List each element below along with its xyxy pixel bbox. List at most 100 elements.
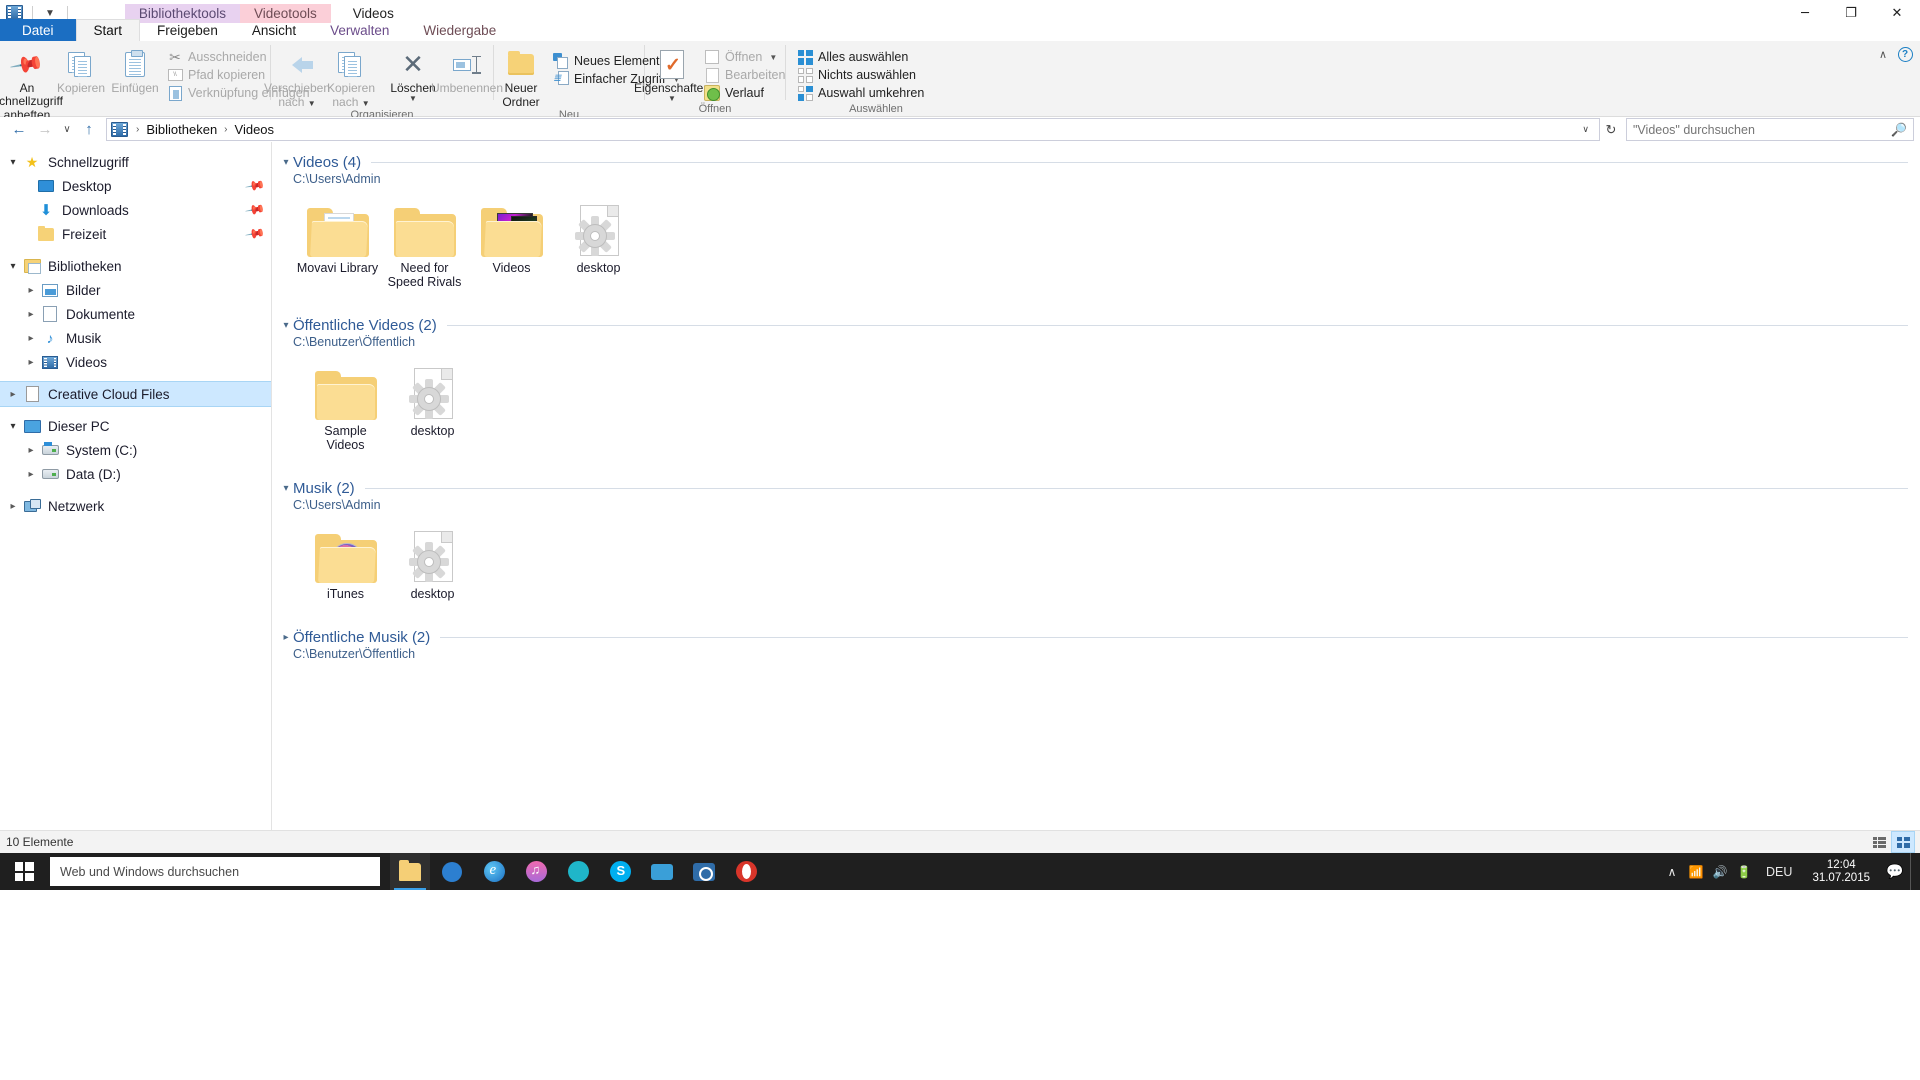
- invert-selection-button[interactable]: Auswahl umkehren: [792, 84, 929, 102]
- help-button[interactable]: ?: [1894, 44, 1916, 64]
- details-view-button[interactable]: [1868, 832, 1890, 852]
- group-header[interactable]: ▾ Videos (4): [272, 154, 1920, 171]
- taskbar-app-unknown-blue[interactable]: [432, 853, 472, 890]
- taskbar-app-itunes[interactable]: [516, 853, 556, 890]
- taskbar-app-skype[interactable]: [600, 853, 640, 890]
- chevron-right-icon[interactable]: ▸: [22, 357, 40, 368]
- history-button[interactable]: Verlauf: [699, 84, 790, 102]
- chevron-down-icon[interactable]: ▾: [279, 157, 293, 168]
- sidebar-item-data-d[interactable]: ▸ Data (D:): [0, 462, 271, 486]
- tab-wiedergabe[interactable]: Wiedergabe: [406, 19, 513, 41]
- list-item[interactable]: Sample Videos: [302, 355, 389, 456]
- taskbar-app-teal[interactable]: [558, 853, 598, 890]
- chevron-right-icon[interactable]: ▸: [279, 632, 293, 643]
- forward-button[interactable]: →: [32, 118, 58, 142]
- clock[interactable]: 12:04 31.07.2015: [1802, 859, 1880, 885]
- battery-tray-icon[interactable]: 🔋: [1732, 853, 1756, 890]
- sidebar-item-freizeit[interactable]: Freizeit 📌: [0, 222, 271, 246]
- navigation-pane[interactable]: ▾ ★ Schnellzugriff Desktop 📌 ⬇ Downloads…: [0, 142, 272, 830]
- list-item[interactable]: desktop: [389, 518, 476, 605]
- group-header[interactable]: ▾ Musik (2): [272, 480, 1920, 497]
- search-icon[interactable]: 🔍: [1891, 122, 1907, 138]
- pin-to-quick-access-button[interactable]: 📌 An Schnellzugriff anheften: [0, 46, 54, 122]
- chevron-right-icon[interactable]: ▸: [22, 285, 40, 296]
- group-header[interactable]: ▸ Öffentliche Musik (2): [272, 629, 1920, 646]
- pin-icon[interactable]: 📌: [244, 199, 266, 221]
- search-box[interactable]: 🔍: [1626, 118, 1914, 141]
- search-input[interactable]: [1633, 123, 1891, 137]
- action-center-button[interactable]: 💬: [1880, 853, 1910, 890]
- list-item[interactable]: desktop: [555, 192, 642, 293]
- sidebar-item-netzwerk[interactable]: ▸ Netzwerk: [0, 494, 271, 518]
- chevron-down-icon[interactable]: ▾: [279, 483, 293, 494]
- properties-button[interactable]: ✓ Eigenschaften ▼: [645, 46, 699, 102]
- list-item[interactable]: Movavi Library: [294, 192, 381, 293]
- sidebar-item-videos[interactable]: ▸ Videos: [0, 350, 271, 374]
- taskbar-app-wave[interactable]: [642, 853, 682, 890]
- tab-verwalten[interactable]: Verwalten: [313, 19, 406, 41]
- taskbar-app-file-explorer[interactable]: [390, 853, 430, 890]
- sidebar-item-dokumente[interactable]: ▸ Dokumente: [0, 302, 271, 326]
- breadcrumb-item-videos[interactable]: Videos: [231, 122, 279, 137]
- taskbar-app-camera[interactable]: [684, 853, 724, 890]
- file-list-pane[interactable]: ▾ Videos (4) C:\Users\Admin: [272, 142, 1920, 830]
- chevron-right-icon[interactable]: ▸: [4, 501, 22, 512]
- list-item[interactable]: Videos: [468, 192, 555, 293]
- sidebar-item-dieser-pc[interactable]: ▾ Dieser PC: [0, 414, 271, 438]
- sidebar-item-desktop[interactable]: Desktop 📌: [0, 174, 271, 198]
- network-tray-icon[interactable]: 📶: [1684, 853, 1708, 890]
- chevron-down-icon[interactable]: ▾: [4, 261, 22, 272]
- chevron-down-icon[interactable]: ▾: [279, 320, 293, 331]
- start-button[interactable]: [0, 853, 48, 890]
- list-item[interactable]: Need for Speed Rivals: [381, 192, 468, 293]
- taskbar-app-opera[interactable]: [726, 853, 766, 890]
- chevron-right-icon[interactable]: ▸: [4, 389, 22, 400]
- up-button[interactable]: ↑: [76, 118, 102, 142]
- refresh-button[interactable]: ↻: [1600, 118, 1622, 141]
- breadcrumb-item-bibliotheken[interactable]: Bibliotheken: [142, 122, 221, 137]
- open-button[interactable]: Öffnen ▼: [699, 48, 790, 66]
- chevron-down-icon[interactable]: ▾: [4, 421, 22, 432]
- tab-datei[interactable]: Datei: [0, 19, 76, 41]
- chevron-down-icon[interactable]: ▼: [42, 8, 58, 19]
- new-folder-button[interactable]: Neuer Ordner: [494, 46, 548, 109]
- tab-start[interactable]: Start: [76, 19, 141, 41]
- move-to-button[interactable]: Verschieben nach ▼: [270, 46, 324, 109]
- list-item[interactable]: desktop: [389, 355, 476, 456]
- taskbar-search-box[interactable]: Web und Windows durchsuchen: [50, 857, 380, 886]
- list-item[interactable]: iTunes: [302, 518, 389, 605]
- edit-button[interactable]: Bearbeiten: [699, 66, 790, 84]
- sidebar-item-musik[interactable]: ▸ ♪ Musik: [0, 326, 271, 350]
- sidebar-item-bibliotheken[interactable]: ▾ Bibliotheken: [0, 254, 271, 278]
- large-icons-view-button[interactable]: [1892, 832, 1914, 852]
- collapse-ribbon-button[interactable]: ∧: [1872, 44, 1894, 64]
- taskbar-app-microsoft-edge[interactable]: [474, 853, 514, 890]
- chevron-right-icon[interactable]: ▸: [22, 469, 40, 480]
- pin-icon[interactable]: 📌: [244, 175, 266, 197]
- group-header[interactable]: ▾ Öffentliche Videos (2): [272, 317, 1920, 334]
- chevron-right-icon[interactable]: ▸: [22, 333, 40, 344]
- show-desktop-button[interactable]: [1910, 853, 1918, 890]
- chevron-right-icon[interactable]: ▸: [22, 445, 40, 456]
- breadcrumb[interactable]: › Bibliotheken › Videos ∨: [106, 118, 1600, 141]
- chevron-down-icon[interactable]: ∨: [1576, 124, 1595, 135]
- pin-icon[interactable]: 📌: [244, 223, 266, 245]
- sidebar-item-downloads[interactable]: ⬇ Downloads 📌: [0, 198, 271, 222]
- tab-freigeben[interactable]: Freigeben: [140, 19, 235, 41]
- sidebar-item-schnellzugriff[interactable]: ▾ ★ Schnellzugriff: [0, 150, 271, 174]
- select-all-button[interactable]: Alles auswählen: [792, 48, 929, 66]
- volume-tray-icon[interactable]: 🔊: [1708, 853, 1732, 890]
- sidebar-item-creative-cloud-files[interactable]: ▸ Creative Cloud Files: [0, 382, 271, 406]
- sidebar-item-bilder[interactable]: ▸ Bilder: [0, 278, 271, 302]
- chevron-down-icon[interactable]: ▾: [4, 157, 22, 168]
- select-none-button[interactable]: Nichts auswählen: [792, 66, 929, 84]
- sidebar-item-system-c[interactable]: ▸ System (C:): [0, 438, 271, 462]
- back-button[interactable]: ←: [6, 118, 32, 142]
- copy-to-button[interactable]: Kopieren nach ▼: [324, 46, 378, 109]
- tab-ansicht[interactable]: Ansicht: [235, 19, 313, 41]
- rename-button[interactable]: Umbenennen: [440, 46, 494, 95]
- chevron-right-icon[interactable]: ▸: [22, 309, 40, 320]
- copy-button[interactable]: Kopieren: [54, 46, 108, 95]
- recent-locations-button[interactable]: ∨: [58, 118, 76, 142]
- show-hidden-icons-button[interactable]: ∧: [1660, 853, 1684, 890]
